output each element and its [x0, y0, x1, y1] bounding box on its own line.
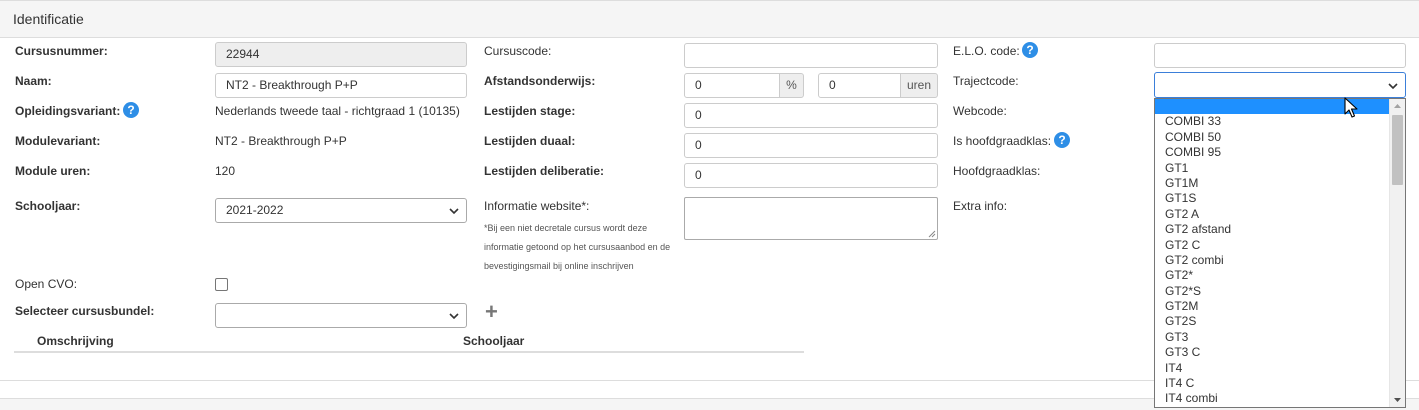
- afstandsonderwijs-label: Afstandsonderwijs:: [484, 74, 596, 88]
- percent-addon: %: [779, 73, 804, 98]
- trajectcode-option[interactable]: GT3 C: [1155, 345, 1390, 360]
- trajectcode-option[interactable]: IT4: [1155, 361, 1390, 376]
- table-header-schooljaar[interactable]: Schooljaar: [463, 334, 524, 348]
- scrollbar-thumb[interactable]: [1392, 115, 1403, 185]
- cursusbundel-select[interactable]: [215, 303, 467, 328]
- trajectcode-option[interactable]: GT2 C: [1155, 238, 1390, 253]
- cursusnummer-label: Cursusnummer:: [15, 44, 108, 58]
- naam-label: Naam:: [15, 74, 52, 88]
- modulevariant-label: Modulevariant:: [15, 134, 101, 148]
- scroll-down-icon[interactable]: [1390, 393, 1405, 407]
- dropdown-scrollbar[interactable]: [1389, 99, 1405, 407]
- opleidingsvariant-label: Opleidingsvariant:: [15, 104, 121, 118]
- panel-title: Identificatie: [13, 11, 84, 27]
- schooljaar-select[interactable]: 2021-2022: [215, 198, 467, 223]
- elo-code-field[interactable]: [1154, 43, 1406, 68]
- chevron-down-icon: [449, 208, 459, 215]
- cursusbundel-label: Selecteer cursusbundel:: [15, 304, 155, 318]
- trajectcode-option[interactable]: GT2 A: [1155, 207, 1390, 222]
- elo-code-label: E.L.O. code:: [953, 44, 1020, 58]
- modulevariant-value: NT2 - Breakthrough P+P: [215, 134, 347, 148]
- uren-addon: uren: [900, 73, 938, 98]
- trajectcode-option[interactable]: GT1M: [1155, 176, 1390, 191]
- table-header-omschrijving[interactable]: Omschrijving: [37, 334, 114, 348]
- trajectcode-option[interactable]: GT1: [1155, 161, 1390, 176]
- afstand-uren-field[interactable]: 0: [818, 73, 901, 98]
- trajectcode-option[interactable]: COMBI 50: [1155, 130, 1390, 145]
- cursuscode-label: Cursuscode:: [484, 44, 552, 58]
- panel-header: Identificatie: [0, 0, 1419, 38]
- trajectcode-options: COMBI 33 COMBI 50 COMBI 95 GT1 GT1M GT1S GT2 A…: [1155, 99, 1390, 407]
- trajectcode-select[interactable]: [1154, 72, 1406, 98]
- trajectcode-option[interactable]: GT2*: [1155, 268, 1390, 283]
- hoofdgraadklas-label: Hoofdgraadklas:: [953, 164, 1041, 178]
- chevron-down-icon: [449, 313, 459, 320]
- lestijden-deliberatie-label: Lestijden deliberatie:: [484, 164, 605, 178]
- module-uren-label: Module uren:: [15, 164, 91, 178]
- lestijden-duaal-label: Lestijden duaal:: [484, 134, 576, 148]
- trajectcode-option[interactable]: COMBI 95: [1155, 145, 1390, 160]
- extra-info-label: Extra info:: [953, 199, 1008, 213]
- open-cvo-label: Open CVO:: [15, 277, 78, 291]
- scroll-up-icon[interactable]: [1390, 99, 1405, 113]
- opleidingsvariant-value: Nederlands tweede taal - richtgraad 1 (1…: [215, 104, 460, 118]
- schooljaar-label: Schooljaar:: [15, 199, 81, 213]
- lestijden-deliberatie-field[interactable]: 0: [684, 163, 938, 188]
- trajectcode-option[interactable]: GT2S: [1155, 314, 1390, 329]
- is-hoofdgraadklas-label: Is hoofdgraadklas:: [953, 134, 1052, 148]
- trajectcode-option[interactable]: GT2 afstand: [1155, 222, 1390, 237]
- afstand-percent-field[interactable]: 0: [684, 73, 780, 98]
- trajectcode-option[interactable]: IT4 C: [1155, 376, 1390, 391]
- cursusnummer-field[interactable]: 22944: [215, 42, 467, 67]
- informatie-website-textarea[interactable]: [684, 197, 938, 240]
- trajectcode-option[interactable]: GT2 combi: [1155, 253, 1390, 268]
- resize-grip-icon[interactable]: [928, 230, 936, 238]
- trajectcode-option[interactable]: GT3: [1155, 330, 1390, 345]
- trajectcode-label: Trajectcode:: [953, 74, 1019, 88]
- lestijden-duaal-field[interactable]: 0: [684, 133, 938, 158]
- trajectcode-option[interactable]: IT4 combi: [1155, 391, 1390, 406]
- lestijden-stage-label: Lestijden stage:: [484, 104, 576, 118]
- chevron-down-icon: [1388, 83, 1398, 90]
- trajectcode-dropdown[interactable]: COMBI 33 COMBI 50 COMBI 95 GT1 GT1M GT1S GT2 A…: [1154, 98, 1406, 408]
- is-hoofdgraadklas-help-icon[interactable]: ?: [1054, 132, 1070, 148]
- informatie-website-note: *Bij een niet decretale cursus wordt dez…: [484, 223, 671, 271]
- add-cursusbundel-button[interactable]: +: [485, 301, 498, 323]
- table-header-divider: [14, 351, 804, 353]
- trajectcode-option[interactable]: GT2*S: [1155, 284, 1390, 299]
- trajectcode-option[interactable]: GT2M: [1155, 299, 1390, 314]
- naam-field[interactable]: NT2 - Breakthrough P+P: [215, 73, 467, 98]
- webcode-label: Webcode:: [953, 104, 1007, 118]
- lestijden-stage-field[interactable]: 0: [684, 103, 938, 128]
- informatie-website-label: Informatie website*:: [484, 199, 590, 213]
- module-uren-value: 120: [215, 164, 236, 178]
- schooljaar-select-value: 2021-2022: [226, 203, 284, 217]
- open-cvo-checkbox[interactable]: [215, 278, 228, 291]
- trajectcode-option[interactable]: GT1S: [1155, 191, 1390, 206]
- cursuscode-field[interactable]: [684, 43, 938, 68]
- opleidingsvariant-help-icon[interactable]: ?: [123, 102, 139, 118]
- elo-code-help-icon[interactable]: ?: [1022, 42, 1038, 58]
- mouse-cursor-icon: [1344, 97, 1358, 118]
